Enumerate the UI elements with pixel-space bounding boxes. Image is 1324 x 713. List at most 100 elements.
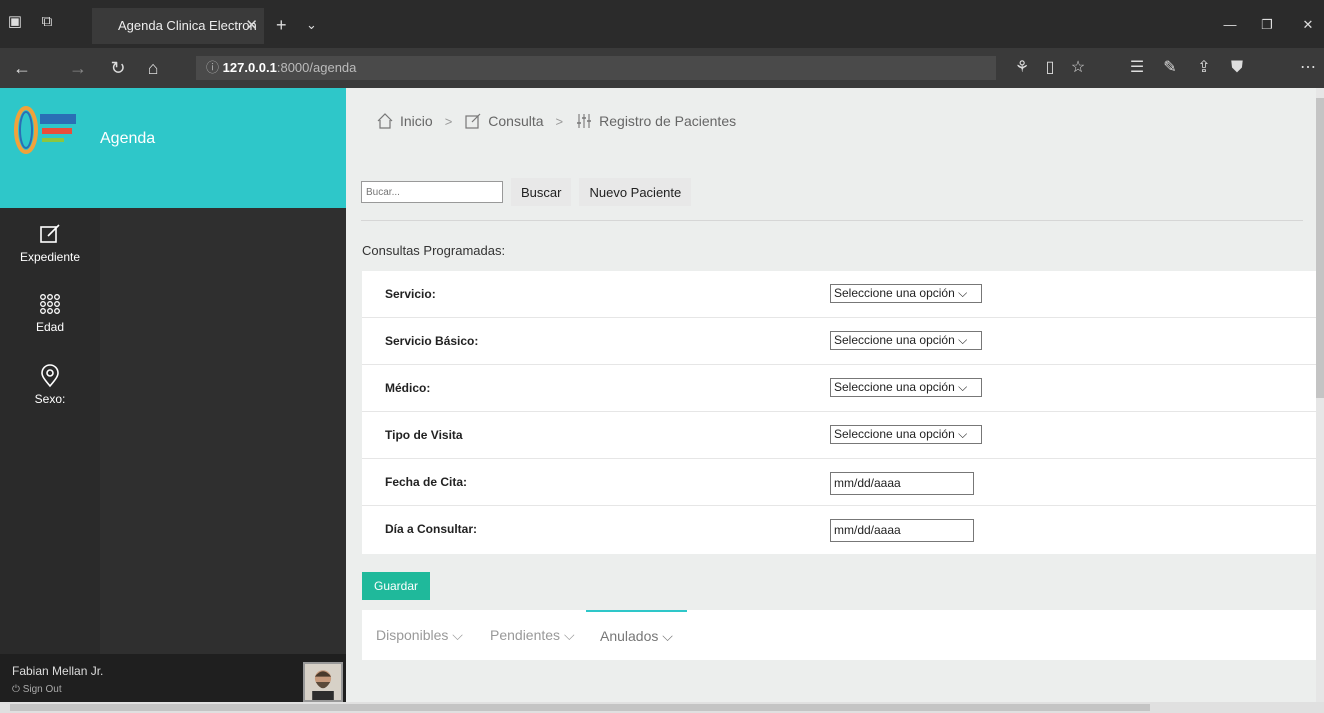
power-icon: ⏻ (12, 684, 20, 695)
reading-view-icon[interactable]: ▯ (1038, 56, 1062, 80)
form-label: Tipo de Visita (385, 428, 463, 442)
chevron-down-icon: ⌵ (958, 286, 968, 300)
tab-title: Agenda Clinica Electron (118, 18, 257, 33)
set-aside-tabs-icon[interactable]: ⧉ (36, 10, 58, 34)
chevron-down-icon: ⌵ (563, 627, 575, 643)
shield-icon[interactable]: ⛊ (1225, 56, 1249, 80)
url-host: 127.0.0.1 (222, 60, 277, 75)
brand-header: Agenda (0, 88, 346, 208)
close-window-icon[interactable]: ✕ (1298, 16, 1318, 34)
servicio-basico-select[interactable]: Seleccione una opción ⌵ (830, 331, 982, 350)
tipo-visita-select[interactable]: Seleccione una opción ⌵ (830, 425, 982, 444)
user-name: Fabian Mellan Jr. (12, 664, 104, 678)
search-row: Buscar Nuevo Paciente (361, 178, 692, 206)
pen-icon[interactable]: ✎ (1158, 56, 1182, 80)
sidebar-item-expediente[interactable]: Expediente (0, 222, 100, 264)
fecha-cita-date-input[interactable]: mm/dd/aaaa (830, 472, 974, 495)
form-row-medico: Médico: Seleccione una opción ⌵ (362, 365, 1316, 412)
select-value: Seleccione una opción (834, 286, 955, 300)
form-row-dia-consultar: Día a Consultar: mm/dd/aaaa (362, 506, 1316, 553)
share-icon[interactable]: ⇪ (1192, 56, 1216, 80)
chevron-down-icon: ⌵ (958, 380, 968, 394)
back-icon[interactable]: ← (10, 56, 34, 80)
search-button[interactable]: Buscar (511, 178, 572, 206)
chevron-down-icon: ⌵ (958, 427, 968, 441)
chevron-down-icon: ⌵ (958, 333, 968, 347)
tab-close-icon[interactable]: ✕ (245, 8, 258, 44)
info-icon: ⓘ (206, 60, 220, 75)
divider (361, 220, 1303, 221)
chevron-down-icon: ⌵ (662, 628, 673, 644)
forward-icon[interactable]: → (66, 56, 90, 80)
new-patient-button[interactable]: Nuevo Paciente (579, 178, 692, 206)
minimize-icon[interactable]: — (1220, 16, 1240, 34)
restore-icon[interactable]: ❐ (1257, 16, 1277, 34)
servicio-select[interactable]: Seleccione una opción ⌵ (830, 284, 982, 303)
browser-titlebar: ▣ ⧉ Agenda Clinica Electron ✕ + ⌄ — ❐ ✕ (0, 0, 1324, 48)
avatar-image (305, 664, 341, 700)
sidebar-detail-panel (100, 208, 346, 654)
save-button[interactable]: Guardar (362, 572, 431, 600)
grid-icon (40, 294, 60, 314)
tab-preview-chevron-icon[interactable]: ⌄ (306, 16, 317, 34)
form-row-servicio: Servicio: Seleccione una opción ⌵ (362, 271, 1316, 318)
form-row-servicio-basico: Servicio Básico: Seleccione una opción ⌵ (362, 318, 1316, 365)
tab-manager-icon[interactable]: ▣ (4, 10, 26, 34)
tab-label: Anulados (600, 628, 659, 644)
horizontal-scrollbar[interactable] (0, 702, 1324, 713)
chevron-down-icon: ⌵ (452, 627, 463, 643)
form-row-fecha-cita: Fecha de Cita: mm/dd/aaaa (362, 459, 1316, 506)
select-value: Seleccione una opción (834, 380, 955, 394)
favorites-list-icon[interactable]: ☰ (1125, 56, 1149, 80)
extensions-icon[interactable]: ⚘ (1010, 56, 1034, 80)
tab-disponibles[interactable]: Disponibles ⌵ (362, 610, 477, 660)
vertical-scrollbar[interactable] (1316, 88, 1324, 702)
breadcrumb-inicio[interactable]: Inicio (400, 113, 433, 129)
favorite-star-icon[interactable]: ☆ (1066, 56, 1090, 80)
new-tab-icon[interactable]: + (276, 16, 287, 34)
url-path: :8000/agenda (276, 60, 357, 75)
sidebar-item-label: Expediente (19, 250, 81, 264)
address-bar[interactable]: ⓘ 127.0.0.1:8000/agenda (196, 56, 996, 80)
medico-select[interactable]: Seleccione una opción ⌵ (830, 378, 982, 397)
vertical-scroll-thumb[interactable] (1316, 98, 1324, 398)
form-row-tipo-visita: Tipo de Visita Seleccione una opción ⌵ (362, 412, 1316, 459)
sign-out-label: Sign Out (22, 684, 62, 695)
horizontal-scroll-thumb[interactable] (10, 704, 1150, 711)
edit-icon (465, 113, 481, 129)
breadcrumb-separator: > (555, 113, 564, 129)
avatar[interactable] (303, 662, 343, 702)
dia-consultar-date-input[interactable]: mm/dd/aaaa (830, 519, 974, 542)
breadcrumb-separator: > (444, 113, 453, 129)
sidebar-nav: Expediente Edad Sexo: (0, 208, 100, 654)
sidebar-item-sexo[interactable]: Sexo: (0, 364, 100, 406)
breadcrumb-consulta[interactable]: Consulta (488, 113, 543, 129)
more-icon[interactable]: ⋯ (1296, 56, 1320, 80)
form-label: Servicio: (385, 287, 436, 301)
search-input[interactable] (361, 181, 503, 203)
breadcrumb: Inicio > Consulta > Registro de Paciente… (376, 112, 736, 130)
tab-anulados[interactable]: Anulados ⌵ (586, 610, 687, 660)
select-value: Seleccione una opción (834, 333, 955, 347)
refresh-icon[interactable]: ↻ (106, 56, 130, 80)
section-title: Consultas Programadas: (362, 243, 506, 258)
form-label: Servicio Básico: (385, 334, 479, 348)
breadcrumb-registro: Registro de Pacientes (599, 113, 737, 129)
sign-out-link[interactable]: ⏻ Sign Out (12, 684, 62, 695)
home-icon (377, 113, 393, 129)
appointment-form: Servicio: Seleccione una opción ⌵ Servic… (362, 271, 1316, 554)
sidebar: Agenda Expediente Edad Sexo: Fabian Mell… (0, 88, 346, 713)
sidebar-item-edad[interactable]: Edad (0, 292, 100, 334)
location-pin-icon (41, 364, 59, 388)
browser-toolbar: ← → ↻ ⌂ ⓘ 127.0.0.1:8000/agenda ⚘ ▯ ☆ ☰ … (0, 48, 1324, 88)
browser-tab[interactable]: Agenda Clinica Electron ✕ (92, 8, 264, 44)
form-label: Médico: (385, 381, 431, 395)
edit-icon (40, 224, 60, 243)
tab-label: Pendientes (490, 627, 561, 643)
sliders-icon (577, 114, 592, 128)
home-icon[interactable]: ⌂ (141, 56, 165, 80)
tab-pendientes[interactable]: Pendientes ⌵ (476, 610, 589, 660)
main-content: Inicio > Consulta > Registro de Paciente… (346, 88, 1316, 702)
puebla-logo (14, 106, 76, 154)
brand-title: Agenda (100, 130, 156, 147)
